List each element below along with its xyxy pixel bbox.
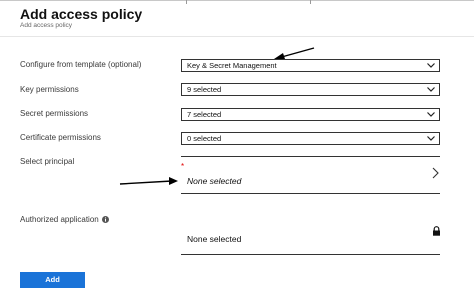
principal-picker[interactable]: [181, 156, 440, 194]
authorized-application-label-text: Authorized application: [20, 215, 99, 224]
info-icon[interactable]: [101, 216, 109, 223]
certificate-permissions-value: 0 selected: [187, 134, 222, 143]
annotation-arrow-template: [274, 47, 315, 59]
authorized-application-underline: [181, 254, 440, 255]
chevron-down-icon: [427, 136, 435, 141]
add-button[interactable]: Add: [20, 272, 85, 288]
secret-permissions-label: Secret permissions: [20, 109, 89, 118]
lock-icon: [433, 226, 440, 236]
chevron-down-icon: [427, 63, 435, 68]
template-select[interactable]: Key & Secret Management: [181, 59, 440, 72]
required-marker: *: [181, 162, 185, 171]
chevron-down-icon: [427, 112, 435, 117]
certificate-permissions-label: Certificate permissions: [20, 133, 101, 142]
key-permissions-select[interactable]: 9 selected: [181, 83, 440, 96]
header-divider: [0, 36, 474, 37]
authorized-application-label: Authorized application: [20, 215, 109, 224]
template-select-value: Key & Secret Management: [187, 61, 277, 70]
key-permissions-label: Key permissions: [20, 85, 79, 94]
annotation-arrow-principal: [119, 177, 178, 185]
secret-permissions-select[interactable]: 7 selected: [181, 108, 440, 121]
principal-value[interactable]: None selected: [187, 176, 241, 186]
window-edge-mark: [310, 0, 311, 4]
page-subtitle: Add access policy: [20, 22, 73, 29]
window-edge-mark: [186, 0, 187, 4]
key-permissions-value: 9 selected: [187, 85, 222, 94]
principal-label: Select principal: [20, 157, 75, 166]
page-title: Add access policy: [20, 6, 143, 22]
template-label: Configure from template (optional): [20, 60, 142, 69]
chevron-down-icon: [427, 87, 435, 92]
certificate-permissions-select[interactable]: 0 selected: [181, 132, 440, 145]
authorized-application-value: None selected: [187, 234, 242, 244]
window-top-edge: [0, 0, 474, 1]
secret-permissions-value: 7 selected: [187, 110, 222, 119]
chevron-right-icon[interactable]: [432, 167, 439, 179]
